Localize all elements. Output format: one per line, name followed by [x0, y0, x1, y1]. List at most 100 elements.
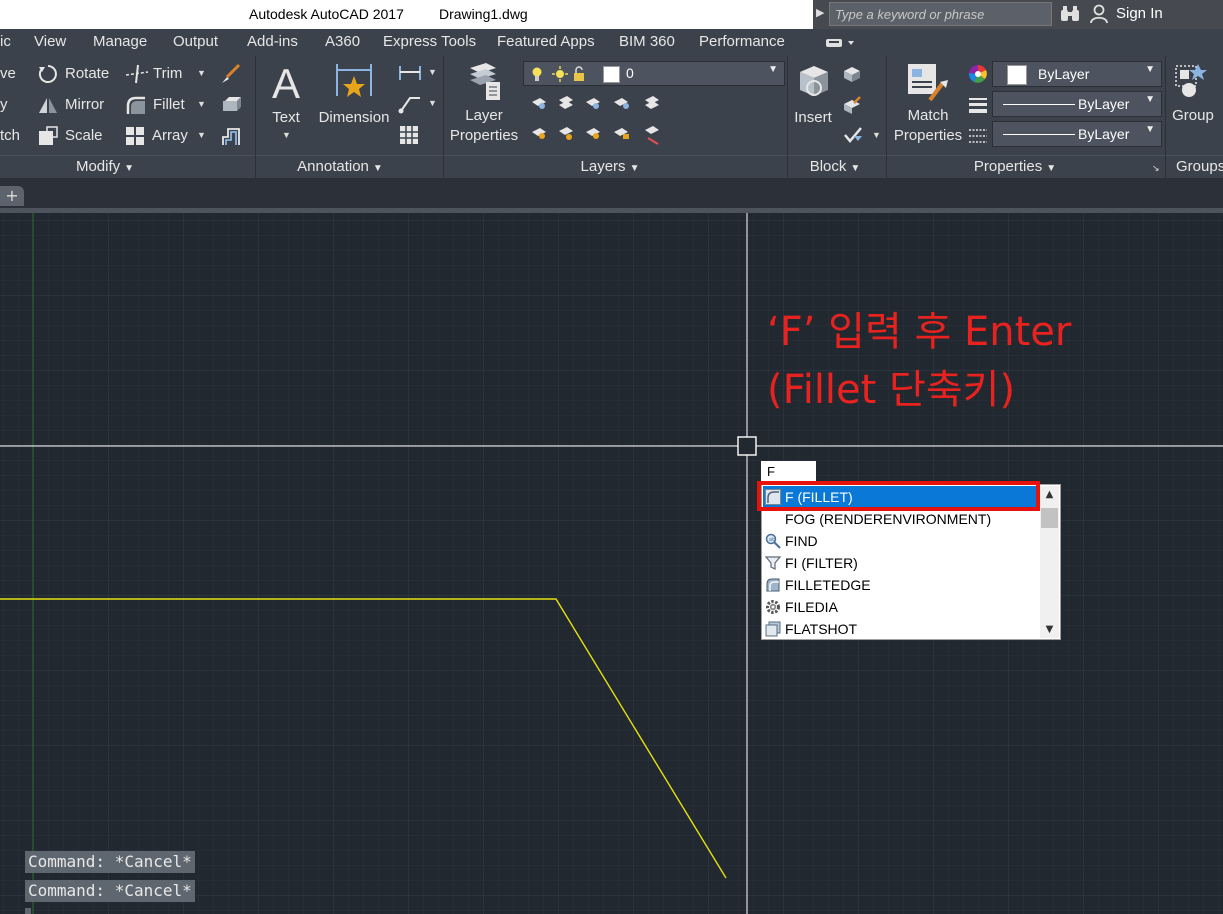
- sign-in-button[interactable]: Sign In: [1116, 5, 1163, 22]
- annotation-panel-title[interactable]: Annotation ▼: [270, 156, 410, 178]
- gear-icon: [766, 600, 780, 614]
- scroll-up-icon[interactable]: ▲: [1040, 486, 1059, 503]
- properties-launcher-icon[interactable]: ↘: [1152, 163, 1160, 174]
- match-properties-icon: [908, 64, 948, 102]
- leader-button[interactable]: ▼: [398, 94, 438, 116]
- erase-icon[interactable]: [220, 63, 242, 85]
- autocomplete-item-find[interactable]: ab FIND: [763, 530, 1041, 552]
- linetype-icon: [969, 129, 987, 143]
- layer-dropdown[interactable]: 0 ▼: [523, 61, 785, 86]
- binoculars-icon[interactable]: [1060, 5, 1080, 23]
- tab-output[interactable]: Output: [173, 33, 218, 50]
- attribute-icon: [844, 127, 862, 143]
- offset-icon[interactable]: [220, 125, 242, 147]
- autocomplete-scrollbar[interactable]: ▲ ▼: [1040, 486, 1059, 638]
- autocomplete-item-flatshot[interactable]: FLATSHOT: [763, 618, 1041, 640]
- trim-icon: [125, 64, 149, 84]
- command-history-line: Command: *Cancel*: [25, 880, 195, 902]
- tab-performance[interactable]: Performance: [699, 33, 785, 50]
- rotate-button[interactable]: Rotate: [38, 64, 118, 86]
- tab-express-tools[interactable]: Express Tools: [383, 33, 476, 50]
- group-button[interactable]: Group: [1168, 60, 1223, 130]
- command-history-line: Command: *Cancel*: [25, 851, 195, 873]
- layer-tool-icons[interactable]: [528, 94, 673, 150]
- leader-dropdown-icon: ▼: [428, 98, 437, 108]
- array-icon: [126, 127, 144, 145]
- insert-button[interactable]: Insert: [790, 62, 836, 132]
- document-title: Drawing1.dwg: [439, 6, 528, 22]
- color-swatch: [1007, 65, 1027, 85]
- mirror-button[interactable]: Mirror: [38, 95, 118, 117]
- layer-properties-button[interactable]: Layer Properties: [448, 60, 520, 150]
- ribbon-minimize-icon[interactable]: [826, 37, 856, 49]
- array-dropdown-icon[interactable]: ▼: [197, 130, 206, 140]
- linetype-dropdown[interactable]: ByLayer ▼: [992, 121, 1162, 147]
- tab-a360[interactable]: A360: [325, 33, 360, 50]
- search-input[interactable]: [829, 2, 1052, 26]
- scroll-thumb[interactable]: [1041, 508, 1058, 528]
- search-expand-icon[interactable]: ▶: [816, 6, 824, 19]
- annotation-expand-icon: ▼: [372, 163, 383, 174]
- mirror-icon: [39, 98, 57, 113]
- text-button[interactable]: A Text ▼: [266, 60, 306, 150]
- match-properties-button[interactable]: Match Properties: [890, 60, 966, 150]
- filletedge-icon: [766, 578, 780, 592]
- dimension-button[interactable]: Dimension: [314, 60, 394, 130]
- fillet-button[interactable]: Fillet ▼: [125, 95, 210, 117]
- text-dropdown-icon: ▼: [282, 130, 291, 140]
- color-dropdown-arrow-icon: ▼: [1145, 64, 1155, 75]
- trim-button[interactable]: Trim ▼: [125, 64, 210, 86]
- linear-dimension-button[interactable]: ▼: [398, 63, 438, 85]
- table-icon[interactable]: [399, 125, 419, 145]
- ribbon: ve y tch Rotate Mirror Scale Trim ▼ Fill…: [0, 56, 1223, 178]
- explode-icon[interactable]: [220, 94, 242, 116]
- autocomplete-item-filletedge[interactable]: FILLETEDGE: [763, 574, 1041, 596]
- block-panel-title[interactable]: Block ▼: [795, 156, 875, 178]
- dynamic-command-input[interactable]: [761, 461, 816, 482]
- command-autocomplete-list[interactable]: F (FILLET) FOG (RENDERENVIRONMENT) ab FI…: [761, 484, 1061, 640]
- trim-dropdown-icon[interactable]: ▼: [197, 68, 206, 78]
- tab-bim-360[interactable]: BIM 360: [619, 33, 675, 50]
- panel-divider: [443, 56, 444, 178]
- edit-block-icon[interactable]: [842, 95, 862, 115]
- find-icon: ab: [765, 533, 781, 549]
- tab-view[interactable]: View: [34, 33, 66, 50]
- modify-panel-title[interactable]: Modify ▼: [40, 156, 170, 178]
- leader-icon: [398, 97, 420, 114]
- layers-panel-title[interactable]: Layers ▼: [540, 156, 680, 178]
- lineweight-dropdown-arrow-icon: ▼: [1145, 94, 1155, 105]
- tab-add-ins[interactable]: Add-ins: [247, 33, 298, 50]
- autocomplete-item-filedia[interactable]: FILEDIA: [763, 596, 1041, 618]
- autocomplete-item-filter[interactable]: FI (FILTER): [763, 552, 1041, 574]
- panel-divider: [255, 56, 256, 178]
- lineweight-dropdown[interactable]: ByLayer ▼: [992, 91, 1162, 117]
- color-dropdown[interactable]: ByLayer ▼: [992, 61, 1162, 87]
- lineweight-icon: [969, 98, 987, 113]
- tab-manage[interactable]: Manage: [93, 33, 147, 50]
- modify-expand-icon: ▼: [124, 163, 135, 174]
- annotation-line-1: ‘F’ 입력 후 Enter: [767, 309, 1072, 355]
- block-attribute-button[interactable]: ▼: [842, 124, 882, 146]
- tab-featured-apps[interactable]: Featured Apps: [497, 33, 595, 50]
- svg-text:A: A: [272, 60, 300, 106]
- autocomplete-item-fillet[interactable]: F (FILLET): [763, 486, 1041, 508]
- properties-panel-title[interactable]: Properties ▼: [950, 156, 1080, 178]
- layer-state-icons: [532, 66, 584, 82]
- panel-divider: [1165, 56, 1166, 178]
- file-tab-bar: +: [0, 178, 1223, 208]
- app-title: Autodesk AutoCAD 2017: [249, 6, 404, 22]
- scroll-down-icon[interactable]: ▼: [1040, 621, 1059, 638]
- create-block-icon[interactable]: [842, 64, 862, 84]
- fillet-icon: [765, 489, 781, 505]
- tab-graphic[interactable]: ic: [0, 33, 11, 50]
- layer-properties-icon: [470, 63, 500, 100]
- layers-expand-icon: ▼: [629, 163, 640, 174]
- scale-button[interactable]: Scale: [38, 126, 118, 148]
- linear-dimension-icon: [399, 66, 421, 80]
- fillet-dropdown-icon[interactable]: ▼: [197, 99, 206, 109]
- groups-panel-title[interactable]: Groups: [1176, 156, 1223, 178]
- new-drawing-tab-button[interactable]: +: [0, 186, 24, 206]
- autocomplete-item-fog[interactable]: FOG (RENDERENVIRONMENT): [763, 508, 1041, 530]
- array-button[interactable]: Array ▼: [125, 126, 210, 148]
- user-icon[interactable]: [1089, 4, 1109, 24]
